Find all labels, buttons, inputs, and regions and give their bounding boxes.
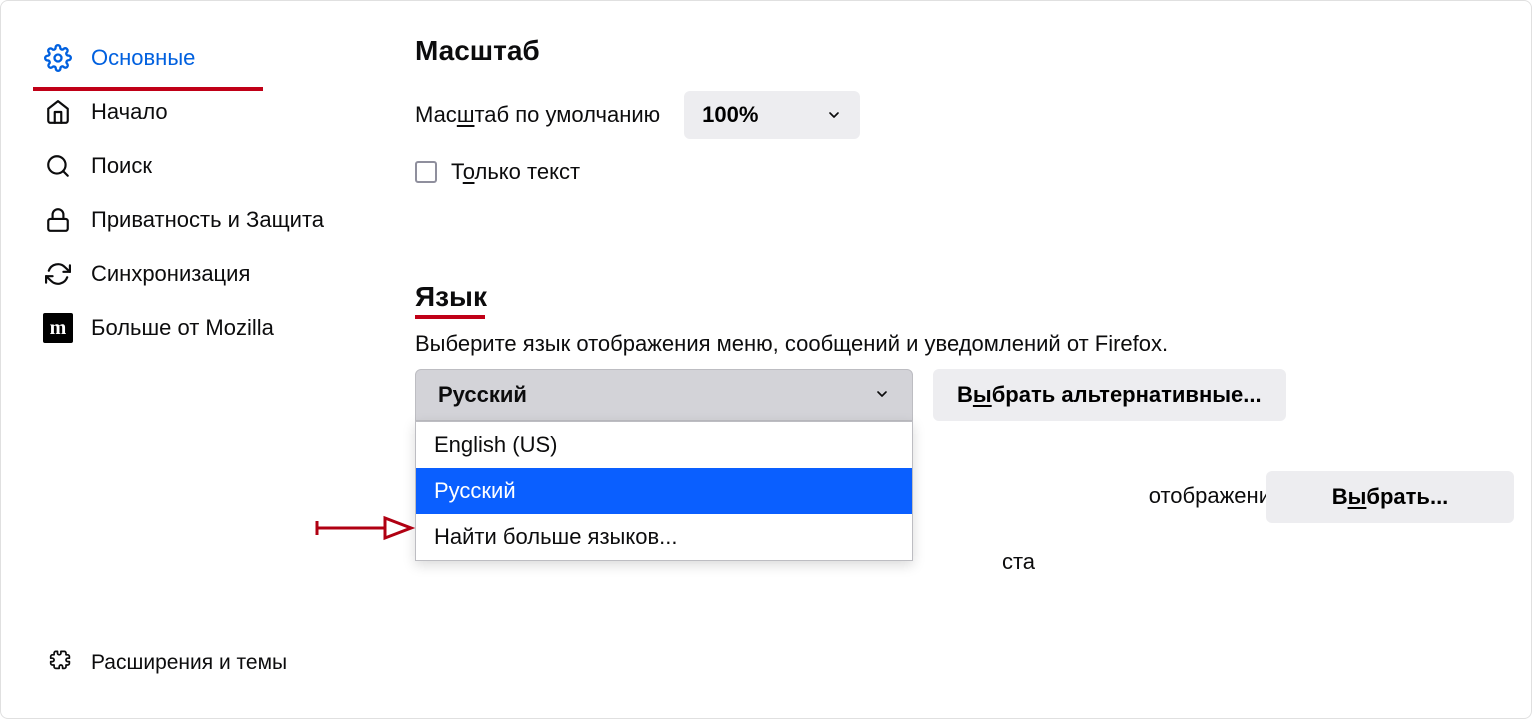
language-option-more[interactable]: Найти больше языков... [416, 514, 912, 560]
annotation-arrow-icon [315, 513, 415, 549]
puzzle-icon [49, 648, 73, 678]
text-only-checkbox[interactable] [415, 161, 437, 183]
chevron-down-icon [874, 382, 890, 408]
sidebar-extensions-label: Расширения и темы [91, 651, 287, 675]
sidebar: Основные Начало Поиск Приватность и Защи… [1, 1, 381, 718]
search-icon [43, 151, 73, 181]
language-section: Язык Выберите язык отображения меню, соо… [415, 281, 1515, 421]
language-select[interactable]: Русский [415, 369, 913, 421]
text-only-zoom-row[interactable]: Только текст [415, 159, 1515, 185]
sidebar-item-mozilla[interactable]: m Больше от Mozilla [1, 301, 381, 355]
sidebar-item-privacy[interactable]: Приватность и Защита [1, 193, 381, 247]
sync-icon [43, 259, 73, 289]
chevron-down-icon [826, 107, 842, 123]
default-zoom-row: Масштаб по умолчанию 100% [415, 91, 1515, 139]
lock-icon [43, 205, 73, 235]
sidebar-item-label: Больше от Mozilla [91, 315, 274, 341]
sidebar-item-sync[interactable]: Синхронизация [1, 247, 381, 301]
sidebar-item-label: Основные [91, 45, 195, 71]
language-dropdown: English (US) Русский Найти больше языков… [415, 421, 913, 561]
zoom-value: 100% [702, 102, 758, 128]
default-zoom-select[interactable]: 100% [684, 91, 860, 139]
language-option-russian[interactable]: Русский [416, 468, 912, 514]
annotation-underline [415, 315, 485, 319]
sidebar-item-label: Синхронизация [91, 261, 250, 287]
set-alternatives-button[interactable]: Выбрать альтернативные... [933, 369, 1286, 421]
main-content: Масштаб Масштаб по умолчанию 100% Только… [415, 35, 1515, 421]
sidebar-item-label: Поиск [91, 153, 152, 179]
mozilla-icon: m [43, 313, 73, 343]
gear-icon [43, 43, 73, 73]
language-selected: Русский [438, 382, 527, 408]
language-description: Выберите язык отображения меню, сообщени… [415, 331, 1515, 357]
default-zoom-label: Масштаб по умолчанию [415, 102, 660, 128]
choose-languages-button[interactable]: Выбрать... [1266, 471, 1514, 523]
annotation-underline [33, 87, 263, 91]
home-icon [43, 97, 73, 127]
sidebar-item-home[interactable]: Начало [1, 85, 381, 139]
sidebar-item-label: Начало [91, 99, 168, 125]
language-title: Язык [415, 281, 1515, 313]
zoom-title: Масштаб [415, 35, 1515, 67]
sidebar-item-search[interactable]: Поиск [1, 139, 381, 193]
sidebar-item-extensions[interactable]: Расширения и темы [1, 648, 381, 678]
sidebar-item-general[interactable]: Основные [1, 31, 381, 85]
language-option-english[interactable]: English (US) [416, 422, 912, 468]
sidebar-item-label: Приватность и Защита [91, 207, 324, 233]
text-only-label: Только текст [451, 159, 580, 185]
